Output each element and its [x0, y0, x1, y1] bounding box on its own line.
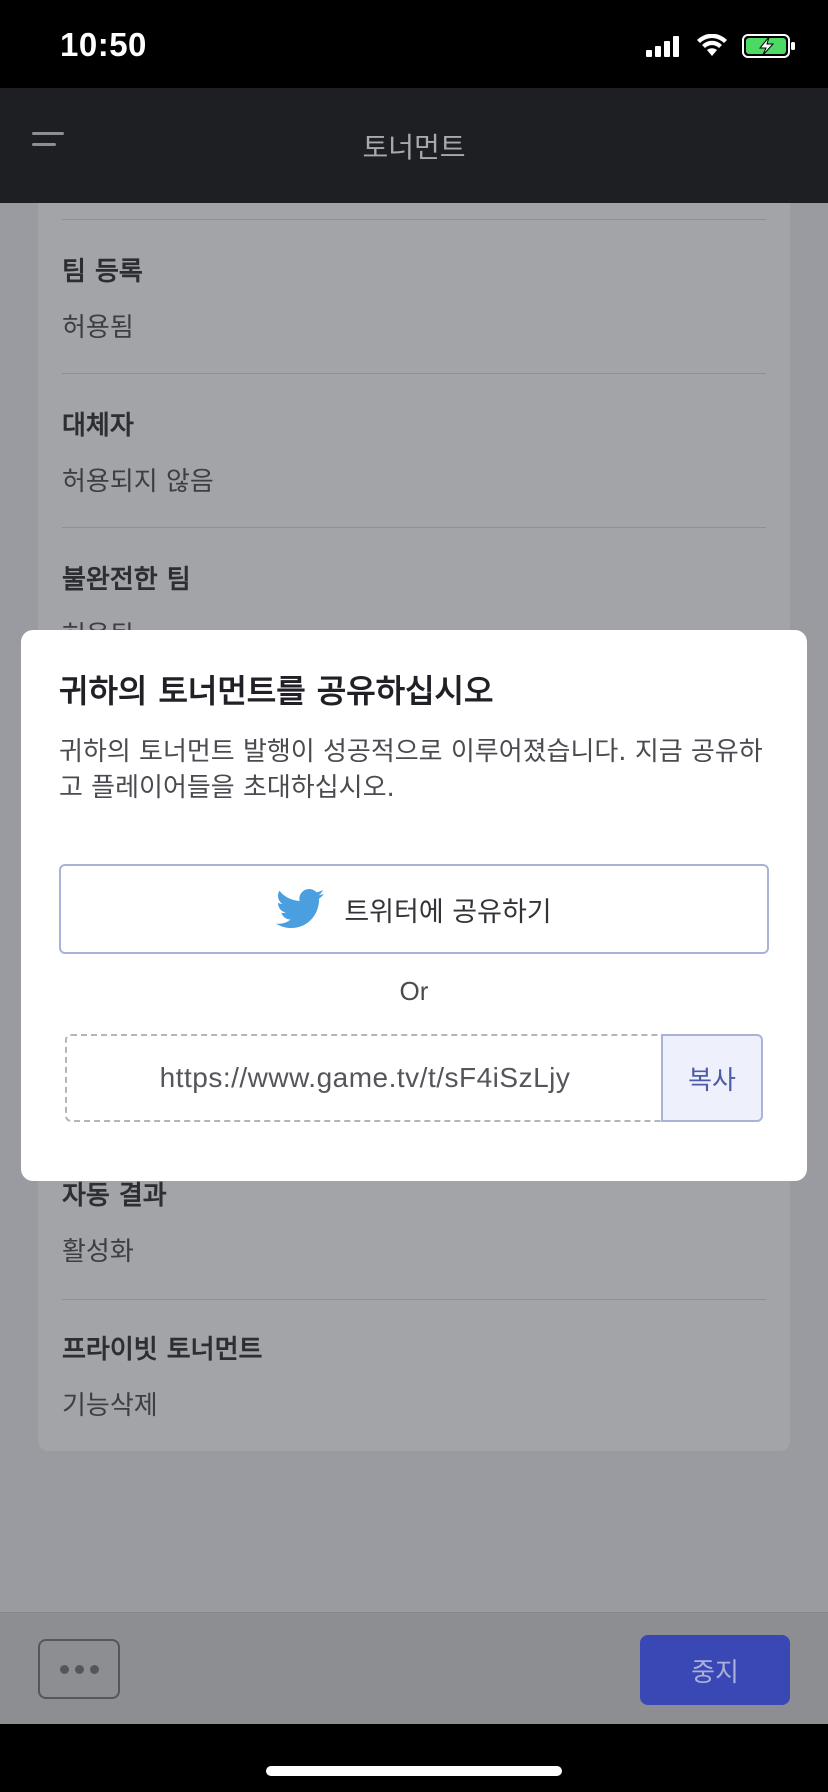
divider — [62, 219, 766, 220]
cellular-signal-icon — [646, 36, 679, 57]
modal-description: 귀하의 토너먼트 발행이 성공적으로 이루어졌습니다. 지금 공유하고 플레이어… — [59, 737, 763, 803]
status-bar: 10:50 — [0, 0, 828, 88]
page-title: 토너먼트 — [362, 131, 466, 164]
divider — [62, 527, 766, 528]
setting-value-private-tournament: 기능삭제 — [62, 1391, 158, 1421]
wifi-icon — [697, 34, 727, 56]
divider — [62, 373, 766, 374]
or-separator: Or — [399, 976, 429, 1006]
status-time: 10:50 — [60, 26, 147, 63]
copy-url-button[interactable]: 복사 — [661, 1034, 763, 1122]
setting-label-incomplete-teams: 불완전한 팀 — [62, 565, 191, 595]
share-twitter-button[interactable]: 트위터에 공유하기 — [59, 864, 769, 954]
share-twitter-label: 트위터에 공유하기 — [344, 896, 552, 928]
modal-title: 귀하의 토너먼트를 공유하십시오 — [59, 672, 494, 710]
setting-label-substitutes: 대체자 — [62, 411, 134, 441]
bottom-action-bar: 중지 — [0, 1612, 828, 1725]
share-url-field[interactable]: https://www.game.tv/t/sF4iSzLjy — [65, 1034, 663, 1122]
setting-label-team-registration: 팀 등록 — [62, 257, 143, 287]
share-url-text: https://www.game.tv/t/sF4iSzLjy — [159, 1062, 571, 1093]
setting-value-team-registration: 허용됨 — [62, 313, 134, 343]
more-options-button[interactable] — [38, 1639, 120, 1699]
setting-value-substitutes: 허용되지 않음 — [62, 467, 214, 497]
app-header: 토너먼트 — [0, 88, 828, 203]
divider — [62, 1299, 766, 1300]
twitter-bird-icon — [276, 889, 325, 928]
stop-button[interactable]: 중지 — [640, 1635, 790, 1705]
status-icons — [646, 34, 796, 58]
setting-value-auto-results: 활성화 — [62, 1237, 134, 1267]
setting-label-private-tournament: 프라이빗 토너먼트 — [62, 1335, 263, 1365]
share-tournament-modal: 귀하의 토너먼트를 공유하십시오 귀하의 토너먼트 발행이 성공적으로 이루어졌… — [21, 630, 807, 1181]
home-indicator[interactable] — [266, 1766, 562, 1776]
home-indicator-area — [0, 1724, 828, 1792]
more-dots-icon — [59, 1664, 69, 1674]
battery-charging-icon — [742, 34, 795, 58]
